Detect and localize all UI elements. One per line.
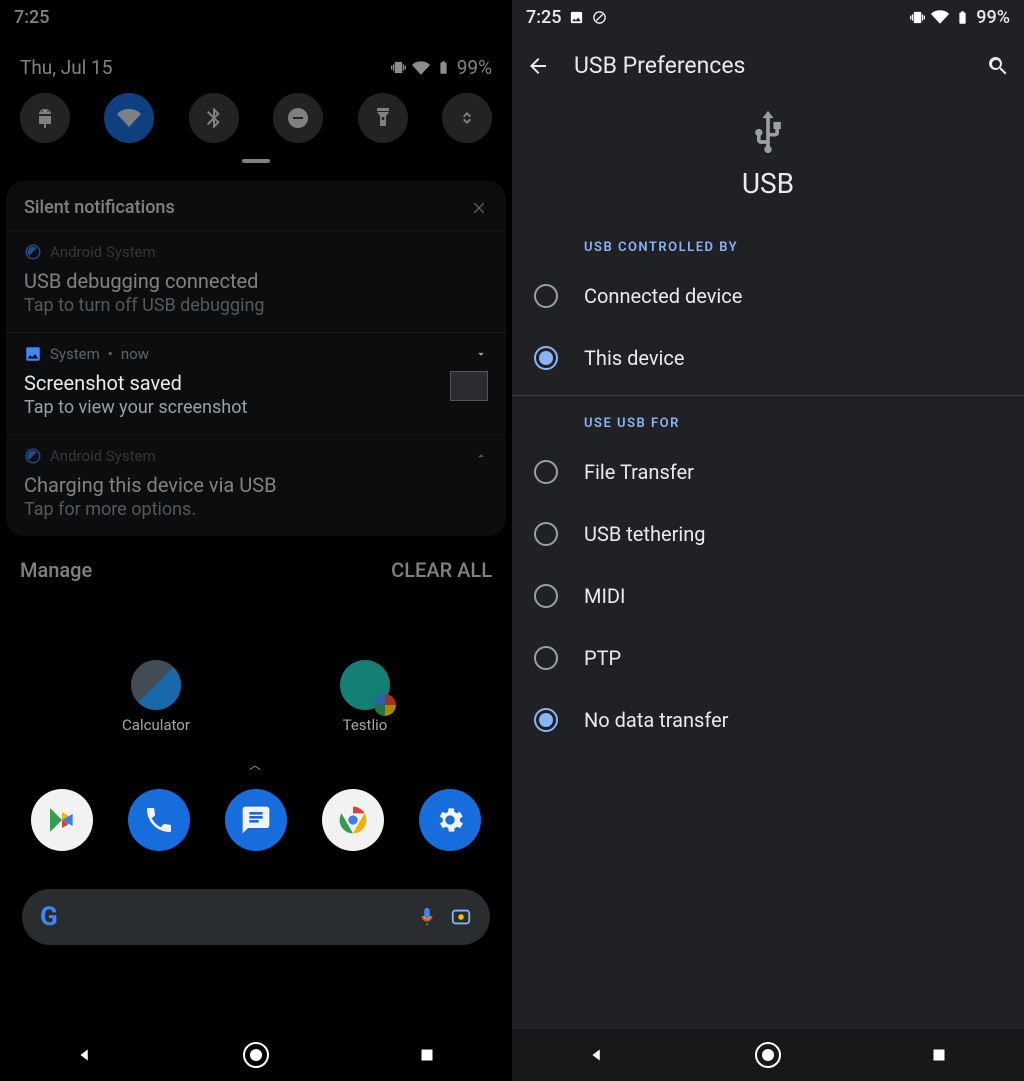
app-label: Calculator	[122, 716, 190, 734]
vibrate-icon	[910, 10, 925, 25]
section-use-usb-for: USE USB FOR	[512, 402, 1024, 441]
usb-hero-label: USB	[512, 167, 1024, 200]
option-usb-tethering[interactable]: USB tethering	[512, 503, 1024, 565]
page-title: USB Preferences	[574, 52, 962, 79]
dock-phone[interactable]	[128, 789, 190, 851]
status-time: 7:25	[526, 7, 561, 28]
battery-pct: 99%	[976, 7, 1010, 28]
app-label: Testlio	[343, 716, 388, 734]
mic-icon[interactable]	[416, 906, 438, 928]
option-midi[interactable]: MIDI	[512, 565, 1024, 627]
radio-selected-icon	[534, 708, 558, 732]
dock-chrome[interactable]	[322, 789, 384, 851]
nav-recents-icon[interactable]	[928, 1044, 950, 1066]
radio-selected-icon	[534, 346, 558, 370]
app-testlio[interactable]: Testlio	[340, 660, 390, 734]
settings-header: USB Preferences	[512, 34, 1024, 87]
dock-play-store[interactable]	[31, 789, 93, 851]
option-no-data-transfer[interactable]: No data transfer	[512, 689, 1024, 751]
wifi-icon	[931, 8, 949, 26]
section-controlled-by: USB CONTROLLED BY	[512, 226, 1024, 265]
nav-home-icon[interactable]	[755, 1042, 781, 1068]
notification-screenshot-saved[interactable]: System • now Screenshot saved Tap to vie…	[6, 332, 506, 434]
option-connected-device[interactable]: Connected device	[512, 265, 1024, 327]
radio-icon	[534, 284, 558, 308]
notif-app-name: System	[50, 345, 100, 363]
back-arrow-icon[interactable]	[526, 54, 550, 78]
option-ptp[interactable]: PTP	[512, 627, 1024, 689]
option-label: This device	[584, 346, 684, 370]
radio-icon	[534, 460, 558, 484]
dock-settings[interactable]	[419, 789, 481, 851]
nav-back-icon[interactable]	[586, 1044, 608, 1066]
nav-home-icon[interactable]	[243, 1042, 269, 1068]
notif-time: now	[121, 345, 149, 363]
home-screen: Calculator Testlio ︿ G	[0, 660, 512, 945]
option-this-device[interactable]: This device	[512, 327, 1024, 389]
nav-bar	[0, 1029, 512, 1081]
screenshot-thumbnail[interactable]	[450, 371, 488, 401]
chevron-down-icon[interactable]	[474, 347, 488, 361]
option-label: Connected device	[584, 284, 742, 308]
google-logo-icon: G	[40, 902, 58, 932]
usb-hero: USB	[512, 87, 1024, 226]
dock	[0, 789, 512, 851]
status-bar: 7:25 99%	[512, 0, 1024, 34]
radio-icon	[534, 584, 558, 608]
option-label: No data transfer	[584, 708, 728, 732]
radio-icon	[534, 522, 558, 546]
nav-back-icon[interactable]	[74, 1044, 96, 1066]
phone-right-usb-preferences: 7:25 99% USB Preferences USB USB CONTROL…	[512, 0, 1024, 1081]
testlio-icon	[340, 660, 390, 710]
image-notif-icon	[569, 10, 584, 25]
option-label: PTP	[584, 646, 621, 670]
dock-messages[interactable]	[225, 789, 287, 851]
lens-icon[interactable]	[450, 906, 472, 928]
system-icon	[592, 10, 607, 25]
search-icon[interactable]	[986, 54, 1010, 78]
calculator-icon	[131, 660, 181, 710]
battery-icon	[955, 10, 970, 25]
option-label: File Transfer	[584, 460, 694, 484]
notif-title: Screenshot saved	[24, 371, 488, 395]
nav-bar	[512, 1029, 1024, 1081]
nav-recents-icon[interactable]	[416, 1044, 438, 1066]
option-label: MIDI	[584, 584, 625, 608]
option-file-transfer[interactable]: File Transfer	[512, 441, 1024, 503]
radio-icon	[534, 646, 558, 670]
image-icon	[24, 345, 42, 363]
app-calculator[interactable]: Calculator	[122, 660, 190, 734]
usb-icon	[746, 109, 790, 153]
app-drawer-handle[interactable]: ︿	[0, 756, 512, 773]
phone-left-notification-shade: 7:25 Thu, Jul 15 99% Silent notification…	[0, 0, 512, 1081]
notif-body: Tap to view your screenshot	[24, 397, 488, 418]
google-search-bar[interactable]: G	[22, 889, 490, 945]
option-label: USB tethering	[584, 522, 706, 546]
divider	[512, 395, 1024, 396]
